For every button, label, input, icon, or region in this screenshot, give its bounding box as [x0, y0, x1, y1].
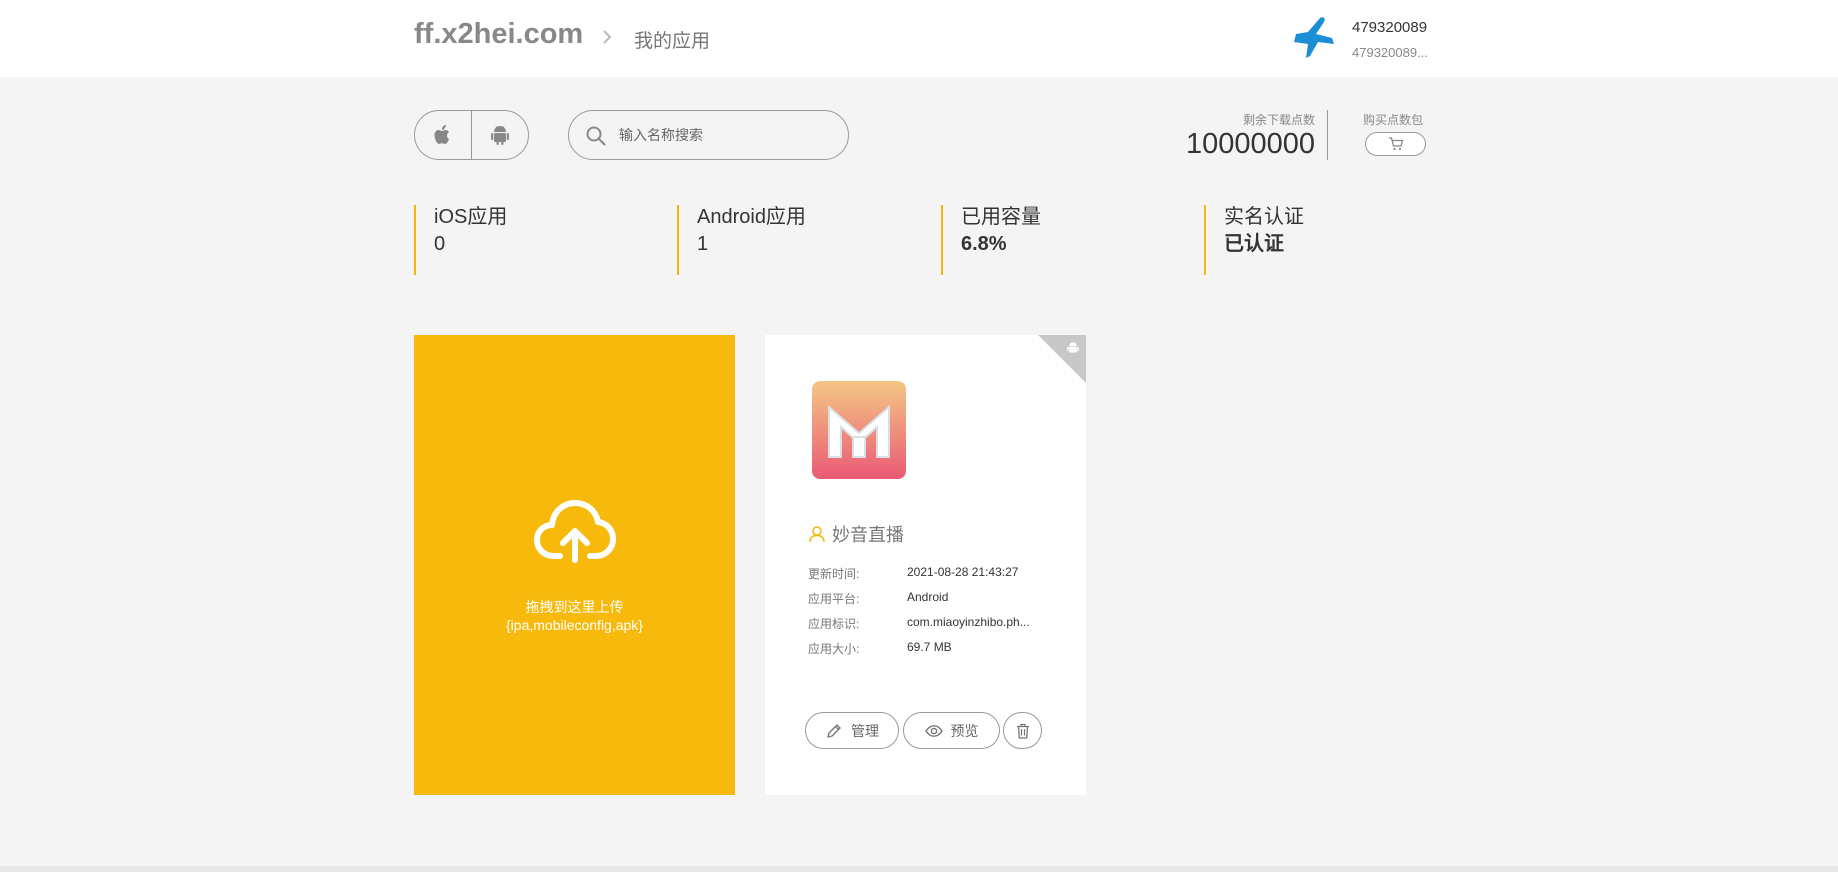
- meta-value: 69.7 MB: [907, 640, 952, 654]
- meta-key: 应用平台:: [808, 592, 860, 606]
- manage-label: 管理: [851, 722, 879, 739]
- app-logo-icon: [812, 381, 906, 479]
- user-name[interactable]: 479320089: [1352, 19, 1427, 36]
- footer-bar: [0, 866, 1838, 872]
- stat-label: 已用容量: [961, 206, 1041, 228]
- android-icon: [491, 126, 509, 145]
- app-name[interactable]: 妙音直播: [832, 521, 904, 547]
- stat-verification: 实名认证 已认证: [1204, 205, 1304, 275]
- airplane-logo-icon: [1294, 17, 1334, 58]
- stat-label: iOS应用: [434, 206, 508, 228]
- meta-value: Android: [907, 590, 949, 604]
- eye-icon: [924, 724, 943, 737]
- search-input[interactable]: [619, 121, 839, 149]
- stat-value: 已认证: [1224, 233, 1284, 255]
- stat-used-capacity: 已用容量 6.8%: [941, 205, 1041, 275]
- meta-key: 应用标识:: [808, 617, 860, 631]
- stat-value: 1: [697, 233, 709, 255]
- buy-points-label: 购买点数包: [1362, 113, 1423, 127]
- meta-key: 更新时间:: [808, 567, 860, 581]
- search-box: [568, 110, 849, 160]
- breadcrumb-current: 我的应用: [634, 31, 711, 52]
- meta-key: 应用大小:: [808, 642, 860, 656]
- upload-instruction: 拖拽到这里上传: [525, 599, 624, 615]
- stat-label: Android应用: [697, 206, 806, 228]
- app-name-row: 妙音直播: [808, 521, 904, 547]
- upload-file-types: {ipa,mobileconfig,apk}: [506, 617, 643, 633]
- cloud-upload-icon: [534, 500, 616, 563]
- user-icon: [809, 526, 825, 543]
- stat-label: 实名认证: [1224, 206, 1304, 228]
- site-brand[interactable]: ff.x2hei.com: [414, 18, 583, 51]
- user-subtitle: 479320089...: [1352, 45, 1428, 60]
- filter-android-button[interactable]: [471, 111, 528, 159]
- meta-value: 2021-08-28 21:43:27: [907, 565, 1019, 579]
- cart-icon: [1388, 137, 1403, 151]
- chevron-right-icon: [603, 30, 612, 44]
- trash-icon: [1016, 723, 1029, 739]
- stat-android-apps: Android应用 1: [677, 205, 806, 275]
- android-icon: [1067, 342, 1079, 353]
- manage-button[interactable]: 管理: [805, 712, 899, 749]
- buy-points-button[interactable]: [1365, 132, 1426, 156]
- stat-ios-apps: iOS应用 0: [414, 205, 507, 275]
- remaining-points-label: 剩余下载点数: [1242, 113, 1315, 127]
- upload-dropzone[interactable]: 拖拽到这里上传 {ipa,mobileconfig,apk}: [414, 335, 735, 795]
- top-header: ff.x2hei.com 我的应用 479320089 479320089...: [0, 0, 1838, 77]
- toolbar-divider: [1327, 110, 1328, 160]
- search-icon: [586, 126, 606, 146]
- app-card[interactable]: 妙音直播 更新时间: 2021-08-28 21:43:27 应用平台: And…: [765, 335, 1086, 795]
- preview-label: 预览: [950, 722, 979, 739]
- filter-ios-button[interactable]: [415, 111, 471, 159]
- meta-value: com.miaoyinzhibo.ph...: [907, 615, 1030, 629]
- platform-toggle: [414, 110, 529, 160]
- stat-value: 6.8%: [961, 233, 1007, 255]
- apple-icon: [434, 125, 449, 144]
- pencil-icon: [827, 723, 841, 738]
- delete-button[interactable]: [1003, 712, 1042, 749]
- preview-button[interactable]: 预览: [903, 712, 1000, 749]
- stat-value: 0: [434, 233, 446, 255]
- remaining-points-value: 10000000: [1185, 128, 1315, 160]
